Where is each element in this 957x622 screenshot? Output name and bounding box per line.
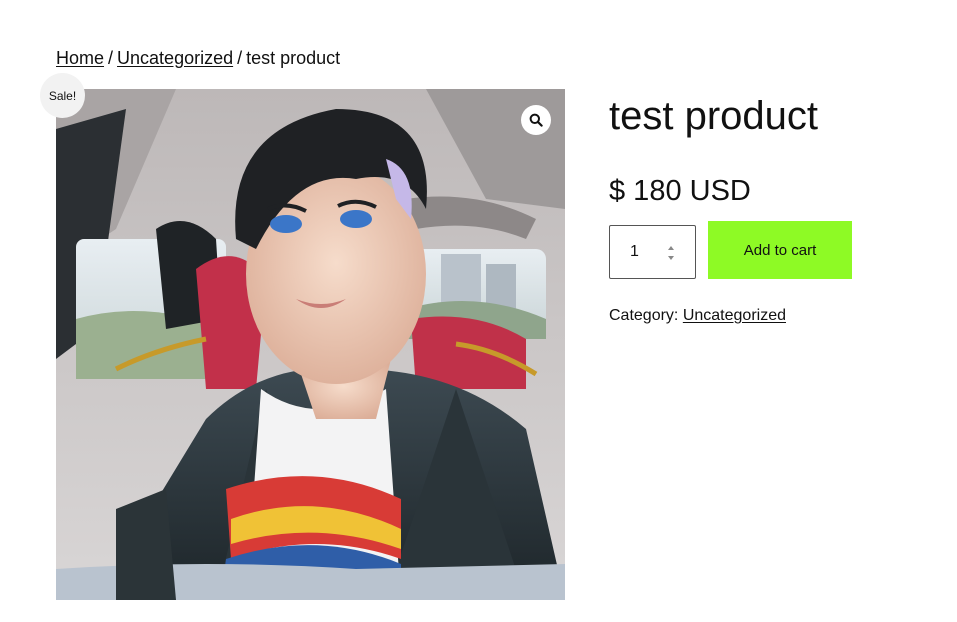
breadcrumb-separator: /: [237, 48, 243, 68]
category-link[interactable]: Uncategorized: [683, 307, 786, 324]
add-to-cart-form: 1 Add to cart: [609, 221, 939, 279]
breadcrumb-separator: /: [108, 48, 114, 68]
quantity-stepper[interactable]: 1: [609, 225, 696, 279]
product-summary: test product $ 180 USD 1 Add to cart Cat…: [609, 92, 939, 325]
product-image[interactable]: [56, 89, 565, 600]
breadcrumb-category-link[interactable]: Uncategorized: [117, 48, 233, 68]
product-category: Category: Uncategorized: [609, 307, 939, 325]
product-photo: [56, 89, 565, 600]
sale-badge: Sale!: [40, 73, 85, 118]
zoom-button[interactable]: [521, 105, 551, 135]
breadcrumb: Home / Uncategorized / test product: [56, 48, 340, 69]
magnifier-icon: [529, 113, 543, 127]
breadcrumb-current: test product: [246, 48, 341, 68]
product-title: test product: [609, 94, 819, 138]
category-label: Category:: [609, 307, 679, 324]
quantity-value: 1: [630, 243, 639, 260]
breadcrumb-home-link[interactable]: Home: [56, 48, 104, 68]
spinner-arrows-icon[interactable]: [667, 244, 675, 262]
add-to-cart-button[interactable]: Add to cart: [708, 221, 852, 279]
product-price: $ 180 USD: [609, 175, 751, 207]
